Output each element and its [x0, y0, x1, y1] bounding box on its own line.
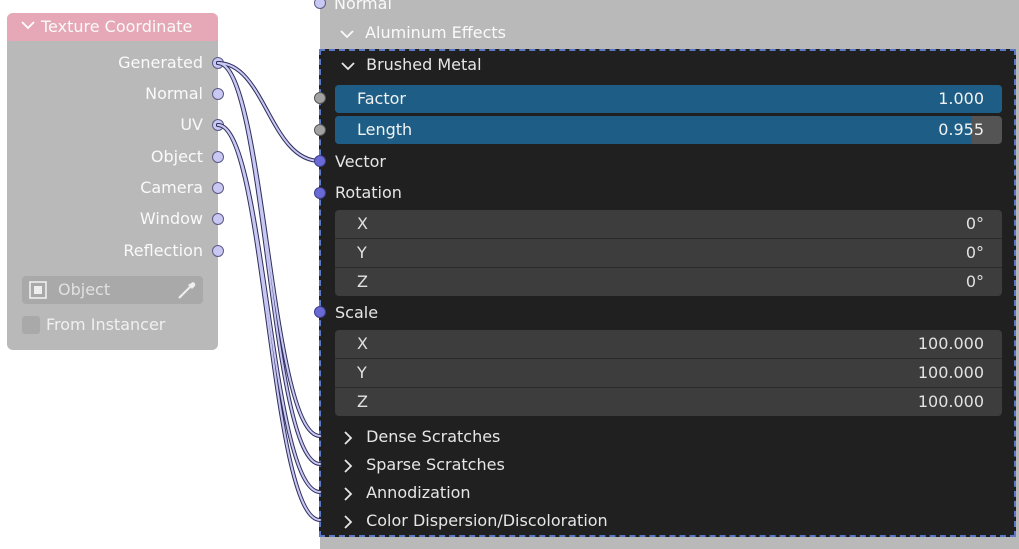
socket-window[interactable] [212, 213, 224, 225]
normal-input-label: Normal [334, 0, 392, 13]
vector-input-label: Vector [335, 152, 386, 171]
rotation-y-field[interactable]: Y 0° [335, 239, 1002, 267]
object-field[interactable]: Object [22, 276, 203, 304]
rotation-y-label: Y [357, 243, 367, 262]
socket-rotation[interactable] [314, 187, 326, 199]
panel-color-dispersion[interactable]: Color Dispersion/Discoloration [341, 511, 608, 530]
socket-scale[interactable] [314, 306, 326, 318]
factor-fill [335, 85, 1002, 113]
rotation-vector-field[interactable]: X 0° Y 0° Z 0° [335, 210, 1002, 296]
output-window: Window [139, 209, 203, 228]
rotation-x-value: 0° [965, 214, 984, 233]
from-instancer-label: From Instancer [46, 315, 166, 334]
brushed-metal-panel[interactable]: Brushed Metal Factor 1.000 Length 0.955 … [319, 49, 1016, 537]
rotation-y-value: 0° [965, 243, 984, 262]
rotation-x-label: X [357, 214, 368, 233]
chevron-down-icon[interactable] [341, 59, 355, 73]
output-camera: Camera [140, 178, 203, 197]
chevron-down-icon[interactable] [21, 18, 35, 32]
scale-input-label: Scale [335, 303, 379, 322]
socket-camera[interactable] [212, 182, 224, 194]
socket-vector[interactable] [314, 155, 326, 167]
texture-coordinate-node[interactable]: Texture Coordinate Generated Normal UV O… [7, 13, 218, 350]
eyedropper-icon[interactable] [176, 279, 198, 301]
scale-z-field[interactable]: Z 100.000 [335, 388, 1002, 416]
length-slider[interactable]: Length 0.955 [335, 116, 1002, 144]
panel-title: Annodization [366, 483, 471, 502]
length-label: Length [357, 120, 413, 139]
panel-sparse-scratches[interactable]: Sparse Scratches [341, 455, 505, 474]
node-header[interactable]: Texture Coordinate [7, 13, 218, 41]
chevron-right-icon[interactable] [341, 458, 355, 473]
socket-uv[interactable] [212, 119, 224, 131]
rotation-z-value: 0° [965, 272, 984, 291]
chevron-right-icon[interactable] [341, 486, 355, 501]
panel-title: Aluminum Effects [365, 23, 506, 42]
socket-length[interactable] [314, 124, 326, 136]
socket-reflection[interactable] [212, 245, 224, 257]
scale-z-value: 100.000 [917, 392, 984, 411]
socket-object[interactable] [212, 151, 224, 163]
output-generated: Generated [118, 53, 203, 72]
chevron-down-icon[interactable] [340, 27, 354, 41]
checkbox-box[interactable] [22, 316, 40, 334]
panel-annodization[interactable]: Annodization [341, 483, 471, 502]
scale-y-label: Y [357, 363, 367, 382]
panel-dense-scratches[interactable]: Dense Scratches [341, 427, 500, 446]
socket-factor[interactable] [314, 92, 326, 104]
scale-x-label: X [357, 334, 368, 353]
output-normal: Normal [145, 84, 203, 103]
scale-x-value: 100.000 [917, 334, 984, 353]
rotation-x-field[interactable]: X 0° [335, 210, 1002, 238]
rotation-input-label: Rotation [335, 183, 402, 202]
length-value: 0.955 [938, 120, 984, 139]
scale-z-label: Z [357, 392, 368, 411]
panel-title: Sparse Scratches [366, 455, 505, 474]
factor-slider[interactable]: Factor 1.000 [335, 85, 1002, 113]
panel-aluminum-effects[interactable]: Aluminum Effects [340, 19, 506, 47]
node-title: Texture Coordinate [41, 17, 193, 36]
chevron-right-icon[interactable] [341, 514, 355, 529]
scale-y-value: 100.000 [917, 363, 984, 382]
socket-normal[interactable] [212, 88, 224, 100]
panel-title: Brushed Metal [366, 55, 482, 74]
output-object: Object [150, 147, 203, 166]
socket-generated[interactable] [212, 57, 224, 69]
rotation-z-field[interactable]: Z 0° [335, 268, 1002, 296]
output-uv: UV [180, 115, 203, 134]
object-cube-icon [29, 281, 47, 299]
scale-vector-field[interactable]: X 100.000 Y 100.000 Z 100.000 [335, 330, 1002, 416]
brushed-metal-header[interactable]: Brushed Metal [341, 55, 482, 74]
panel-title: Dense Scratches [366, 427, 501, 446]
chevron-right-icon[interactable] [341, 430, 355, 445]
scale-x-field[interactable]: X 100.000 [335, 330, 1002, 358]
factor-value: 1.000 [938, 89, 984, 108]
object-field-placeholder: Object [58, 280, 111, 299]
factor-label: Factor [357, 89, 406, 108]
output-reflection: Reflection [123, 241, 203, 260]
panel-title: Color Dispersion/Discoloration [366, 511, 608, 530]
rotation-z-label: Z [357, 272, 368, 291]
scale-y-field[interactable]: Y 100.000 [335, 359, 1002, 387]
length-fill [335, 116, 972, 144]
